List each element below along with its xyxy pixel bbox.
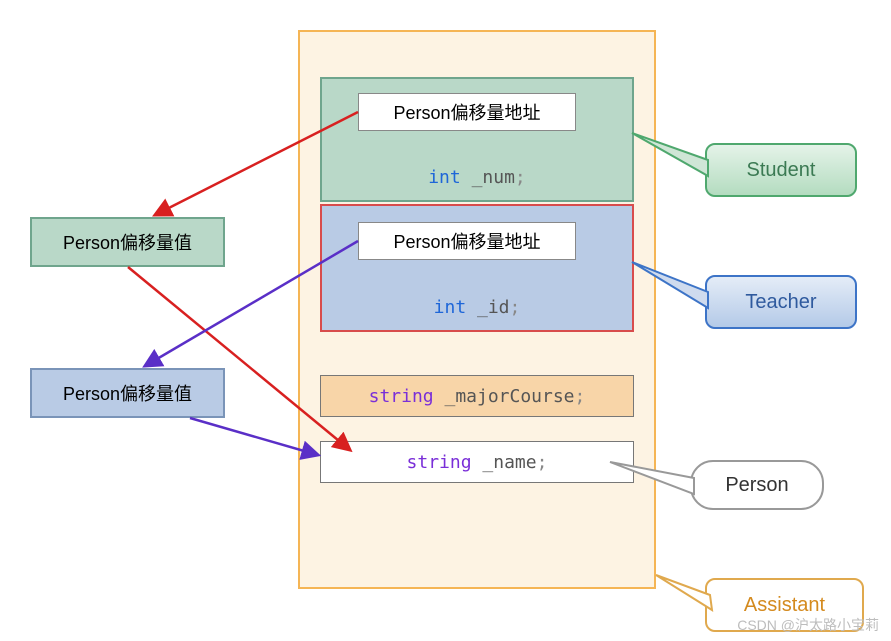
callout-teacher-label: Teacher	[745, 291, 816, 314]
major-name: _majorCourse	[434, 386, 575, 407]
student-member-row: int _num;	[320, 160, 634, 195]
teacher-offset-addr-box: Person偏移量地址	[358, 222, 576, 260]
teacher-member-row: int _id;	[320, 290, 634, 325]
student-member-type: int	[428, 167, 461, 188]
callout-assistant-label: Assistant	[744, 594, 825, 617]
major-type: string	[369, 386, 434, 407]
teacher-semicolon: ;	[510, 297, 521, 318]
teacher-offset-addr-label: Person偏移量地址	[393, 228, 540, 254]
name-member-box: string _name;	[320, 441, 634, 483]
blue-offset-value-label: Person偏移量值	[63, 380, 192, 406]
student-member-name: _num	[461, 167, 515, 188]
watermark-text: CSDN @沪太路小宝莉	[737, 615, 879, 635]
callout-person: Person	[690, 460, 824, 510]
student-offset-addr-box: Person偏移量地址	[358, 93, 576, 131]
callout-teacher: Teacher	[705, 275, 857, 329]
diagram-canvas: Person偏移量地址 int _num; Person偏移量地址 int _i…	[0, 0, 891, 641]
blue-offset-value-box: Person偏移量值	[30, 368, 225, 418]
green-offset-value-label: Person偏移量值	[63, 229, 192, 255]
teacher-member-type: int	[434, 297, 467, 318]
callout-person-label: Person	[725, 474, 788, 497]
teacher-member-name: _id	[466, 297, 509, 318]
callout-student-label: Student	[747, 159, 816, 182]
student-semicolon: ;	[515, 167, 526, 188]
name-semicolon: ;	[537, 452, 548, 473]
major-course-box: string _majorCourse;	[320, 375, 634, 417]
name-type: string	[407, 452, 472, 473]
major-semicolon: ;	[575, 386, 586, 407]
green-offset-value-box: Person偏移量值	[30, 217, 225, 267]
student-offset-addr-label: Person偏移量地址	[393, 99, 540, 125]
name-name: _name	[472, 452, 537, 473]
callout-student: Student	[705, 143, 857, 197]
